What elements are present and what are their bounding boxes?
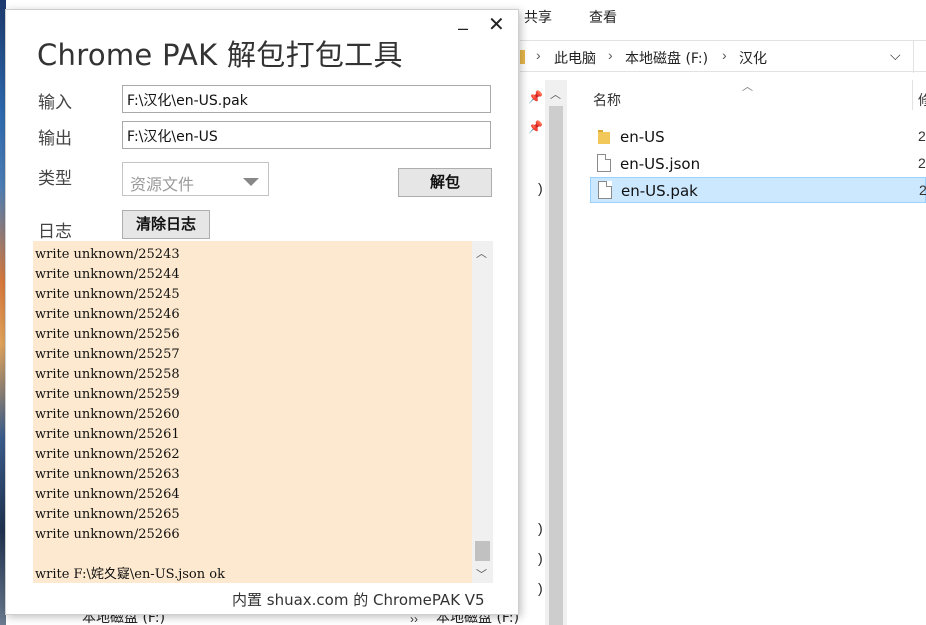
scroll-down-icon[interactable]: ﹀ xyxy=(476,566,487,582)
footer-credit: 内置 shuax.com 的 ChromePAK V5 xyxy=(232,591,485,609)
column-header-modified[interactable]: 修 xyxy=(918,90,926,110)
file-name: en-US.pak xyxy=(621,182,698,200)
column-header-name[interactable]: 名称 xyxy=(593,90,621,110)
file-row-en-us-json[interactable]: en-US.json 2 xyxy=(590,151,926,177)
app-title: Chrome PAK 解包打包工具 xyxy=(37,38,403,72)
ribbon: 共享 查看 xyxy=(500,0,926,34)
log-line: write unknown/25263 xyxy=(35,467,180,482)
pin-icon: 📌 xyxy=(528,90,543,104)
type-select[interactable]: 资源文件 xyxy=(122,162,269,196)
output-label: 输出 xyxy=(38,129,72,149)
ribbon-tab-view[interactable]: 查看 xyxy=(589,7,617,27)
file-name: en-US xyxy=(620,128,665,146)
log-label: 日志 xyxy=(38,222,72,242)
divider xyxy=(913,41,914,73)
nav-scrollbar[interactable]: ︿ xyxy=(545,80,567,625)
chevron-right-icon: › xyxy=(722,47,727,63)
folder-icon xyxy=(598,130,610,144)
log-line: write unknown/25243 xyxy=(35,247,180,262)
scrollbar-thumb[interactable] xyxy=(475,541,490,561)
log-line: write unknown/25261 xyxy=(35,427,180,442)
chevron-right-icon: › xyxy=(536,47,541,63)
nav-item-fragment[interactable]: ) xyxy=(538,580,543,596)
chrome-pak-tool-window: – ✕ Chrome PAK 解包打包工具 输入 F:\汉化\en-US.pak… xyxy=(5,9,519,615)
unpack-button[interactable]: 解包 xyxy=(398,168,492,197)
log-line: write unknown/25264 xyxy=(35,487,180,502)
nav-item-fragment[interactable]: ) xyxy=(538,520,543,536)
nav-item-fragment[interactable]: ) xyxy=(538,550,543,566)
log-line: write F:\姹夊寲\en-US.json ok xyxy=(35,567,225,582)
type-label: 类型 xyxy=(38,169,72,189)
file-icon xyxy=(597,154,611,172)
log-line: write unknown/25244 xyxy=(35,267,180,282)
breadcrumb-local-disk[interactable]: 本地磁盘 (F:) xyxy=(625,48,708,68)
dropdown-arrow-icon xyxy=(243,178,259,186)
chevron-right-icon: › xyxy=(608,47,613,63)
log-textarea[interactable]: write unknown/25243 write unknown/25244 wr… xyxy=(33,241,493,583)
log-line: write unknown/25256 xyxy=(35,327,180,342)
log-line: write unknown/25260 xyxy=(35,407,180,422)
file-row-en-us-folder[interactable]: en-US 2 xyxy=(590,124,926,150)
pin-icon: 📌 xyxy=(528,120,543,134)
log-scrollbar[interactable]: ︿ ﹀ xyxy=(472,241,493,583)
close-icon[interactable]: ✕ xyxy=(488,12,505,37)
sort-ascending-icon: ︿ xyxy=(742,81,753,93)
nav-item-fragment[interactable]: ) xyxy=(538,180,543,196)
log-line: write unknown/25265 xyxy=(35,507,180,522)
input-label: 输入 xyxy=(38,93,72,113)
log-lines: write unknown/25243 write unknown/25244 wr… xyxy=(35,245,471,583)
log-line: write unknown/25259 xyxy=(35,387,180,402)
scroll-up-icon[interactable]: ︿ xyxy=(550,86,561,102)
type-select-value: 资源文件 xyxy=(130,175,195,194)
column-divider[interactable] xyxy=(912,80,913,110)
address-bar[interactable]: › 此电脑 › 本地磁盘 (F:) › 汉化 ⌵ xyxy=(520,40,926,73)
file-name: en-US.json xyxy=(620,155,701,173)
file-explorer-window: 共享 查看 › 此电脑 › 本地磁盘 (F:) › 汉化 ⌵ 📌 📌 ) ) )… xyxy=(82,0,926,625)
file-icon xyxy=(598,181,612,199)
log-line: write unknown/25266 xyxy=(35,527,180,542)
output-path-field[interactable]: F:\汉化\en-US xyxy=(122,121,491,149)
log-line: write unknown/25245 xyxy=(35,287,180,302)
chevron-down-icon[interactable]: ⌵ xyxy=(890,47,901,64)
folder-icon xyxy=(520,50,525,64)
scroll-up-icon[interactable]: ︿ xyxy=(476,245,487,261)
file-date-fragment: 2 xyxy=(918,128,926,144)
minimize-icon[interactable]: – xyxy=(458,18,468,39)
log-line: write unknown/25257 xyxy=(35,347,180,362)
file-date-fragment: 2 xyxy=(918,155,926,171)
log-line: write unknown/25262 xyxy=(35,447,180,462)
screen: { "explorer": { "ribbon_tabs": ["共享", "查… xyxy=(0,0,926,625)
breadcrumb-hanhua[interactable]: 汉化 xyxy=(739,48,767,68)
clear-log-button[interactable]: 清除日志 xyxy=(122,210,210,239)
log-line: write unknown/25258 xyxy=(35,367,180,382)
file-row-en-us-pak[interactable]: en-US.pak 2 xyxy=(590,177,926,203)
ribbon-tab-share[interactable]: 共享 xyxy=(524,7,552,27)
log-line: write unknown/25246 xyxy=(35,307,180,322)
input-path-field[interactable]: F:\汉化\en-US.pak xyxy=(122,85,491,113)
file-date-fragment: 2 xyxy=(919,182,926,198)
scrollbar-thumb[interactable] xyxy=(549,106,563,625)
breadcrumb-this-pc[interactable]: 此电脑 xyxy=(554,48,596,68)
